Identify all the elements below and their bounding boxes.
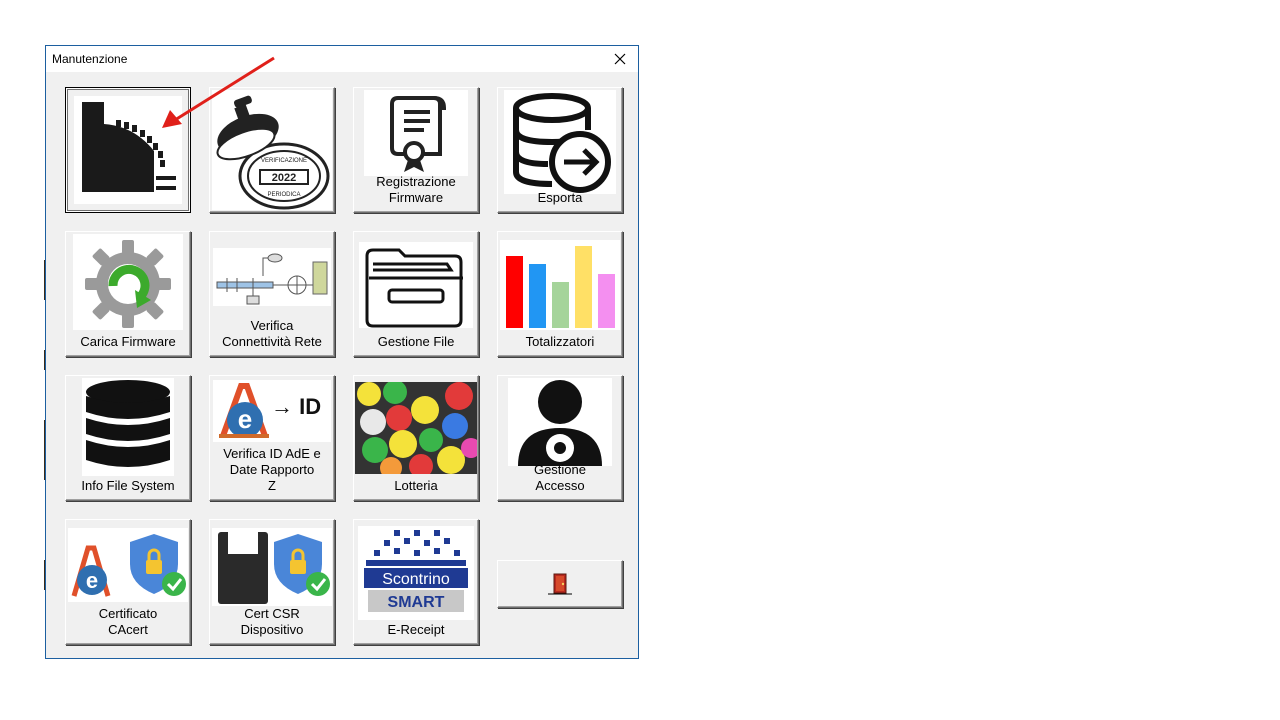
title-bar: Manutenzione [46,46,638,72]
export-label: Esporta [537,190,583,205]
cacert-shield-icon: e [68,528,188,602]
bar-icon-bar [529,264,546,328]
firmware-registration-label: Registrazione Firmware [376,174,456,205]
ade-logo-icon: e → ID [213,380,331,442]
exit-button[interactable] [497,560,623,608]
database-export-icon [504,90,616,194]
ereceipt-button[interactable]: Scontrino SMART E-Receipt [353,519,479,645]
file-management-button[interactable]: Gestione File [353,231,479,357]
close-icon [614,53,626,65]
cacert-button[interactable]: e Certificato CAcert [65,519,191,645]
window-title: Manutenzione [52,52,128,66]
stamp-subtext: PERIODICA [267,192,300,198]
bar-icon-bar [506,256,523,328]
svg-text:e: e [238,404,252,434]
user-gear-icon [508,378,612,466]
bar-icon-bar [575,246,592,328]
periodic-verification-button[interactable]: 2022 VERIFICAZIONE PERIODICA [209,87,335,213]
access-management-label: Gestione Accesso [533,462,587,493]
bar-chart-icon [500,240,620,330]
load-firmware-label: Carica Firmware [80,334,176,349]
network-check-label: Verifica Connettività Rete [222,318,322,349]
logo-bottom-text: SMART [388,594,445,611]
lottery-label: Lotteria [394,478,438,493]
csr-label: Cert CSR Dispositivo [240,606,304,637]
fs-info-label: Info File System [81,478,175,493]
ade-id-icon-text: → ID [271,394,321,419]
memory-chip-icon [74,96,182,204]
folder-icon [359,242,473,328]
scontrino-smart-logo: Scontrino SMART [358,526,474,620]
background-desktop [0,0,50,720]
network-diagram-icon [213,248,331,306]
firmware-registration-button[interactable]: Registrazione Firmware [353,87,479,213]
memory-button[interactable] [65,87,191,213]
csr-button[interactable]: Cert CSR Dispositivo [209,519,335,645]
stamp-icon: 2022 VERIFICAZIONE PERIODICA [212,90,332,210]
ade-id-label: Verifica ID AdE e Date Rapporto Z [223,446,321,493]
load-firmware-button[interactable]: Carica Firmware [65,231,191,357]
network-check-button[interactable]: Verifica Connettività Rete [209,231,335,357]
gear-refresh-icon [73,234,183,330]
lottery-button[interactable]: Lotteria [353,375,479,501]
totals-label: Totalizzatori [525,334,595,349]
close-button[interactable] [602,46,638,72]
totals-button[interactable]: Totalizzatori [497,231,623,357]
database-icon [82,378,174,476]
stamp-year: 2022 [272,172,296,184]
maintenance-window: Manutenzione 2022 VERIFICAZIONE PERIODIC… [45,45,639,659]
file-management-label: Gestione File [377,334,455,349]
stamp-text: VERIFICAZIONE [261,158,307,164]
fs-info-button[interactable]: Info File System [65,375,191,501]
bar-icon-bar [598,274,615,328]
export-button[interactable]: Esporta [497,87,623,213]
lottery-balls-icon [355,382,477,474]
printer-shield-icon [212,528,332,606]
ade-id-button[interactable]: e → ID Verifica ID AdE e Date Rapporto Z [209,375,335,501]
logo-top-text: Scontrino [382,571,450,588]
svg-text:e: e [86,568,98,593]
exit-door-icon [548,573,572,595]
access-management-button[interactable]: Gestione Accesso [497,375,623,501]
ereceipt-label: E-Receipt [387,622,445,637]
cacert-label: Certificato CAcert [98,606,158,637]
bar-icon-bar [552,282,569,328]
certificate-icon [364,90,468,176]
